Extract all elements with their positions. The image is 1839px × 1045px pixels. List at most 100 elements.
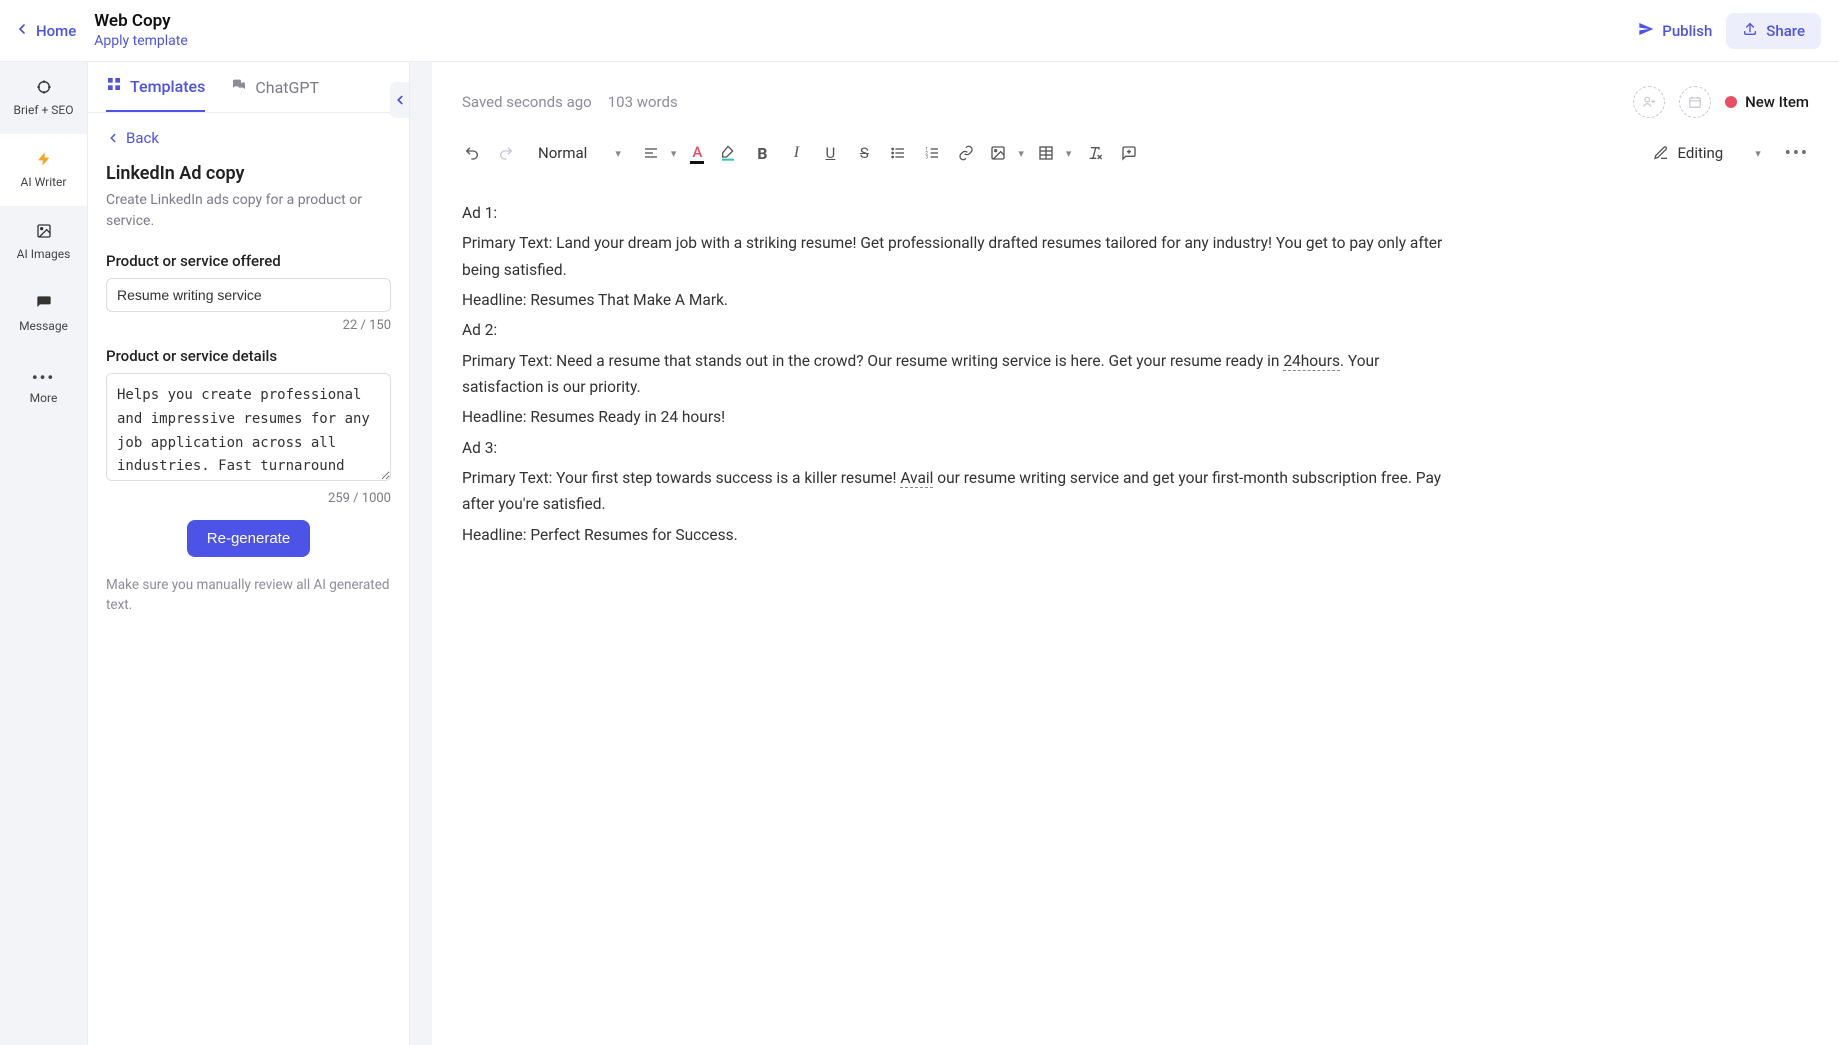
templates-panel: Templates ChatGPT Back LinkedIn Ad copy …: [88, 62, 410, 1045]
chevron-left-icon: [14, 21, 30, 41]
format-label: Normal: [538, 144, 587, 162]
editor-statusbar: Saved seconds ago 103 words New Item: [462, 86, 1809, 140]
doc-paragraph: Ad 3:: [462, 435, 1462, 461]
main: Brief + SEO AI Writer AI Images Message …: [0, 62, 1839, 1045]
product-counter: 22 / 150: [106, 318, 391, 333]
editor-area: Saved seconds ago 103 words New Item: [410, 62, 1839, 1045]
doc-paragraph: Primary Text: Land your dream job with a…: [462, 230, 1462, 283]
add-user-button[interactable]: [1633, 86, 1665, 118]
chevron-down-icon: ▾: [1018, 147, 1024, 160]
send-icon: [1638, 21, 1654, 41]
toolbar-more-button[interactable]: •••: [1785, 143, 1809, 164]
bolt-icon: [36, 151, 52, 171]
spellcheck-word[interactable]: 24hours: [1283, 352, 1340, 371]
doc-paragraph: Headline: Perfect Resumes for Success.: [462, 522, 1462, 548]
section-desc: Create LinkedIn ads copy for a product o…: [106, 190, 391, 232]
doc-paragraph: Primary Text: Your first step towards su…: [462, 465, 1462, 518]
redo-button[interactable]: [496, 143, 516, 163]
highlight-button[interactable]: [718, 143, 738, 163]
italic-button[interactable]: I: [786, 143, 806, 163]
nav-label: AI Images: [17, 247, 71, 261]
topbar-right: Publish Share: [1638, 13, 1821, 49]
nav-message[interactable]: Message: [0, 278, 87, 350]
share-button[interactable]: Share: [1726, 13, 1821, 49]
nav-ai-images[interactable]: AI Images: [0, 206, 87, 278]
format-select[interactable]: Normal ▾: [530, 140, 629, 166]
nav-brief-seo[interactable]: Brief + SEO: [0, 62, 87, 134]
doc-paragraph: Headline: Resumes Ready in 24 hours!: [462, 404, 1462, 430]
chevron-down-icon: ▾: [1066, 147, 1072, 160]
undo-button[interactable]: [462, 143, 482, 163]
spellcheck-word[interactable]: Avail: [900, 469, 933, 488]
strikethrough-button[interactable]: S: [854, 143, 874, 163]
details-counter: 259 / 1000: [106, 491, 391, 506]
document-body[interactable]: Ad 1: Primary Text: Land your dream job …: [462, 182, 1462, 548]
insert-comment-button[interactable]: [1119, 143, 1139, 163]
status-selector[interactable]: New Item: [1725, 93, 1809, 111]
underline-button[interactable]: U: [820, 143, 840, 163]
saved-status: Saved seconds ago: [462, 93, 592, 111]
align-group[interactable]: ▾: [643, 145, 677, 161]
publish-label: Publish: [1662, 22, 1712, 40]
status-dot-icon: [1725, 96, 1737, 108]
product-field-label: Product or service offered: [106, 252, 391, 270]
editor-status-right: New Item: [1633, 86, 1809, 118]
text-color-button[interactable]: A: [690, 143, 704, 164]
tab-chatgpt[interactable]: ChatGPT: [231, 76, 319, 112]
nav-label: Brief + SEO: [14, 103, 74, 117]
nav-ai-writer[interactable]: AI Writer: [0, 134, 87, 206]
section-title: LinkedIn Ad copy: [106, 163, 391, 184]
image-icon: [36, 223, 52, 243]
apply-template-link[interactable]: Apply template: [94, 32, 188, 50]
editor-card: Saved seconds ago 103 words New Item: [432, 62, 1839, 1045]
tab-label: ChatGPT: [255, 78, 319, 97]
table-group[interactable]: ▾: [1038, 145, 1072, 161]
doc-paragraph: Ad 1:: [462, 200, 1462, 226]
tab-label: Templates: [130, 77, 205, 96]
back-link[interactable]: Back: [106, 129, 391, 147]
chevron-down-icon: ▾: [615, 147, 621, 160]
chevron-down-icon: ▾: [1755, 147, 1761, 160]
editor-status-left: Saved seconds ago 103 words: [462, 93, 678, 111]
editing-mode-select[interactable]: Editing ▾: [1653, 144, 1760, 162]
numbered-list-button[interactable]: 123: [922, 143, 942, 163]
left-nav: Brief + SEO AI Writer AI Images Message …: [0, 62, 88, 1045]
image-group[interactable]: ▾: [990, 145, 1024, 161]
word-count: 103 words: [608, 93, 678, 111]
home-link[interactable]: Home: [14, 21, 76, 41]
doc-paragraph: Ad 2:: [462, 317, 1462, 343]
add-date-button[interactable]: [1679, 86, 1711, 118]
publish-button[interactable]: Publish: [1638, 21, 1712, 41]
topbar-left: Home Web Copy Apply template: [14, 10, 188, 50]
tab-templates[interactable]: Templates: [106, 76, 205, 112]
home-label: Home: [36, 22, 76, 40]
topbar: Home Web Copy Apply template Publish Sha…: [0, 0, 1839, 62]
nav-more[interactable]: ••• More: [0, 350, 87, 422]
link-button[interactable]: [956, 143, 976, 163]
editor-toolbar: Normal ▾ ▾ A B I U S: [462, 140, 1809, 182]
clear-format-button[interactable]: [1085, 143, 1105, 163]
editing-label: Editing: [1677, 144, 1723, 162]
details-textarea[interactable]: [106, 373, 391, 481]
doc-paragraph: Headline: Resumes That Make A Mark.: [462, 287, 1462, 313]
panel-body: Back LinkedIn Ad copy Create LinkedIn ad…: [88, 113, 409, 640]
upload-icon: [1742, 21, 1758, 41]
bubbles-icon: [231, 77, 247, 97]
nav-label: Message: [19, 319, 68, 333]
templates-icon: [106, 76, 122, 96]
nav-label: AI Writer: [21, 175, 67, 189]
share-label: Share: [1766, 22, 1805, 40]
product-input[interactable]: [106, 278, 391, 312]
target-icon: [36, 79, 52, 99]
chevron-down-icon: ▾: [671, 147, 677, 160]
status-label: New Item: [1745, 93, 1809, 111]
panel-tabs: Templates ChatGPT: [88, 62, 409, 113]
details-field-label: Product or service details: [106, 347, 391, 365]
collapse-panel-button[interactable]: [390, 82, 410, 118]
dots-icon: •••: [32, 368, 55, 387]
regenerate-button[interactable]: Re-generate: [187, 520, 310, 557]
svg-text:3: 3: [926, 154, 929, 160]
page-title: Web Copy: [94, 10, 188, 32]
bullet-list-button[interactable]: [888, 143, 908, 163]
bold-button[interactable]: B: [752, 143, 772, 163]
